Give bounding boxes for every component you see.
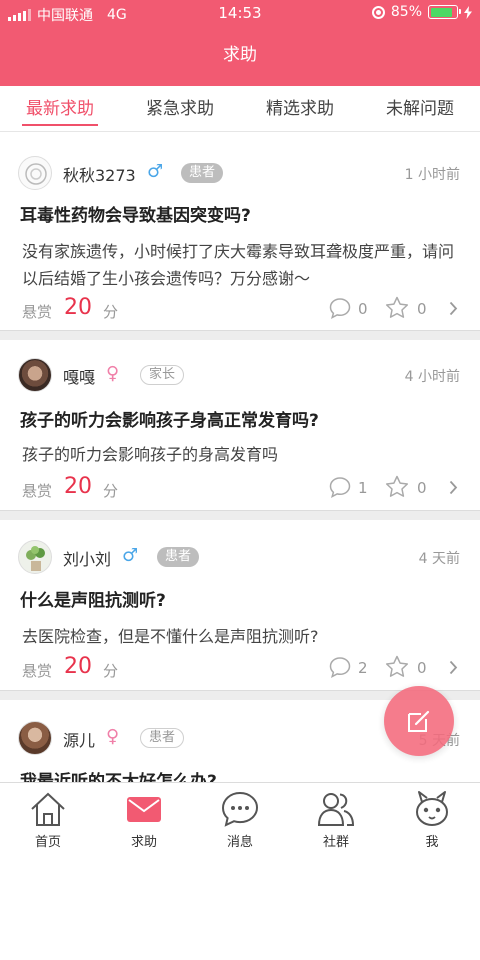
question-title[interactable]: 什么是声阻抗测听? <box>20 586 166 611</box>
reward-unit: 分 <box>103 482 119 500</box>
chevron-right-icon[interactable] <box>449 480 458 495</box>
favorite-count: 0 <box>417 659 427 677</box>
reward-value: 20 <box>64 474 92 499</box>
question-card[interactable]: 秋秋3273 ♂ 患者 1 小时前 耳毒性药物会导致基因突变吗? 没有家族遗传，… <box>0 142 480 330</box>
reward-label: 悬赏 <box>22 482 53 500</box>
nav-label: 我 <box>425 835 439 850</box>
tab-urgent[interactable]: 紧急求助 <box>140 86 220 132</box>
edit-icon <box>408 710 430 732</box>
home-icon <box>31 792 65 826</box>
comment-icon[interactable] <box>328 656 352 678</box>
gender-male-icon: ♂ <box>147 161 164 182</box>
community-icon <box>317 793 355 826</box>
avatar[interactable] <box>18 358 52 392</box>
message-icon <box>221 791 259 827</box>
envelope-icon <box>127 797 161 822</box>
nav-help[interactable]: 求助 <box>96 783 192 853</box>
username[interactable]: 刘小刘 <box>63 546 111 570</box>
gender-female-icon: ♀ <box>106 726 120 747</box>
gender-female-icon: ♀ <box>106 363 120 384</box>
role-badge: 患者 <box>181 163 224 183</box>
battery-icon <box>428 5 461 19</box>
tab-unsolved[interactable]: 未解问题 <box>380 86 460 132</box>
battery-level <box>430 7 452 17</box>
comment-count: 2 <box>358 659 368 677</box>
reward-value: 20 <box>64 654 92 679</box>
reward-unit: 分 <box>103 662 119 680</box>
comment-icon[interactable] <box>328 297 352 319</box>
rotation-lock-icon <box>371 5 385 19</box>
app-header: 中国联通 4G 14:53 85% 求助 <box>0 0 480 86</box>
nav-label: 首页 <box>34 835 61 850</box>
question-title[interactable]: 我最近听的不太好怎么办? <box>20 767 217 782</box>
question-body[interactable]: 去医院检查，但是不懂什么是声阻抗测听? <box>22 623 462 650</box>
favorite-count: 0 <box>417 300 427 318</box>
bottom-nav: 首页 求助 消息 社群 我 <box>0 782 480 852</box>
star-icon[interactable] <box>385 296 409 319</box>
nav-messages[interactable]: 消息 <box>192 783 288 853</box>
nav-profile[interactable]: 我 <box>384 783 480 853</box>
reward-label: 悬赏 <box>22 662 53 680</box>
chevron-right-icon[interactable] <box>449 660 458 675</box>
tab-active-indicator <box>22 124 98 126</box>
role-badge: 患者 <box>157 547 200 567</box>
charging-icon <box>464 5 472 19</box>
nav-label: 社群 <box>322 835 349 850</box>
profile-icon <box>416 791 448 826</box>
question-body[interactable]: 孩子的听力会影响孩子的身高发育吗 <box>22 441 462 468</box>
favorite-count: 0 <box>417 479 427 497</box>
role-badge: 家长 <box>140 365 185 385</box>
comment-count: 1 <box>358 479 368 497</box>
nav-label: 求助 <box>130 835 157 850</box>
compose-question-button[interactable] <box>384 686 454 756</box>
question-title[interactable]: 孩子的听力会影响孩子身高正常发育吗? <box>20 406 319 431</box>
status-right: 85% <box>371 4 472 20</box>
star-icon[interactable] <box>385 475 409 498</box>
question-card[interactable]: 刘小刘 ♂ 患者 4 天前 什么是声阻抗测听? 去医院检查，但是不懂什么是声阻抗… <box>0 520 480 690</box>
username[interactable]: 秋秋3273 <box>63 162 136 186</box>
question-feed[interactable]: 秋秋3273 ♂ 患者 1 小时前 耳毒性药物会导致基因突变吗? 没有家族遗传，… <box>0 142 480 782</box>
card-divider <box>0 510 480 520</box>
post-time: 1 小时前 <box>404 167 460 183</box>
tab-featured[interactable]: 精选求助 <box>260 86 340 132</box>
nav-community[interactable]: 社群 <box>288 783 384 853</box>
chevron-right-icon[interactable] <box>449 301 458 316</box>
username[interactable]: 源儿 <box>63 727 95 751</box>
star-icon[interactable] <box>385 655 409 678</box>
question-body[interactable]: 没有家族遗传，小时候打了庆大霉素导致耳聋极度严重，请问以后结婚了生小孩会遗传吗？… <box>22 238 462 292</box>
tab-bar: 最新求助 紧急求助 精选求助 未解问题 <box>0 86 480 132</box>
role-badge: 患者 <box>140 728 185 748</box>
reward-unit: 分 <box>103 303 119 321</box>
reward-value: 20 <box>64 295 92 320</box>
avatar[interactable] <box>18 540 52 574</box>
comment-count: 0 <box>358 300 368 318</box>
username[interactable]: 嘎嘎 <box>63 364 95 388</box>
question-card[interactable]: 嘎嘎 ♀ 家长 4 小时前 孩子的听力会影响孩子身高正常发育吗? 孩子的听力会影… <box>0 340 480 510</box>
gender-male-icon: ♂ <box>122 545 139 566</box>
question-title[interactable]: 耳毒性药物会导致基因突变吗? <box>20 201 251 226</box>
nav-label: 消息 <box>226 835 253 850</box>
reward-label: 悬赏 <box>22 303 53 321</box>
card-divider <box>0 330 480 340</box>
avatar[interactable] <box>18 156 52 190</box>
status-bar: 中国联通 4G 14:53 85% <box>0 0 480 28</box>
post-time: 4 天前 <box>418 551 460 567</box>
comment-icon[interactable] <box>328 476 352 498</box>
battery-percent: 85% <box>390 4 422 20</box>
avatar[interactable] <box>18 721 52 755</box>
post-time: 4 小时前 <box>404 369 460 385</box>
nav-home[interactable]: 首页 <box>0 783 96 853</box>
page-title: 求助 <box>223 45 257 65</box>
